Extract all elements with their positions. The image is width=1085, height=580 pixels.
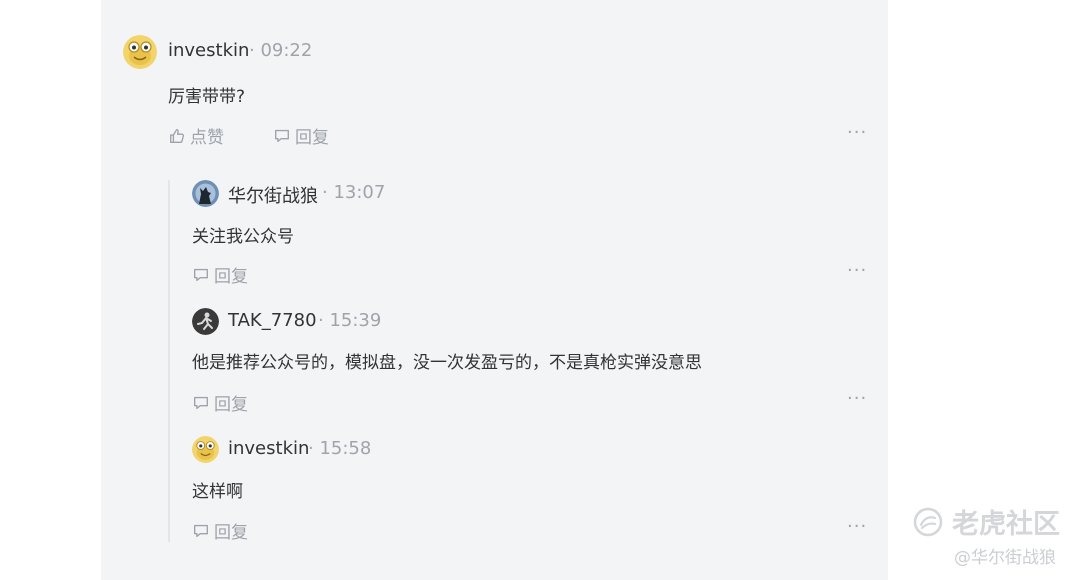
avatar-wolf[interactable] [192, 180, 219, 207]
avatar-investkin[interactable] [123, 35, 157, 69]
avatar-tak[interactable] [192, 308, 219, 335]
comment-bubble-icon [194, 396, 208, 409]
comment-time: · 09:22 [249, 40, 313, 61]
thread-line [168, 180, 170, 542]
more-options-button[interactable]: ··· [847, 390, 867, 408]
reply-username[interactable]: 华尔街战狼 [228, 182, 318, 208]
reply-username[interactable]: investkin [228, 438, 309, 459]
wolf-avatar-icon [192, 180, 219, 207]
more-options-button[interactable]: ··· [847, 518, 867, 536]
reply-label: 回复 [295, 128, 329, 148]
comment-text: 厉害带带? [168, 87, 246, 107]
watermark-brand-text: 老虎社区 [952, 509, 1060, 540]
reply-button[interactable]: 回复 [192, 262, 248, 287]
like-label: 点赞 [190, 128, 224, 148]
reply-text: 关注我公众号 [192, 227, 294, 247]
comment-bubble-icon [194, 524, 208, 537]
reply-time: · 13:07 [322, 182, 386, 203]
reply-label: 回复 [214, 267, 248, 287]
more-options-button[interactable]: ··· [847, 124, 867, 142]
reply-text: 这样啊 [192, 482, 243, 502]
like-button[interactable]: 点赞 [168, 123, 224, 148]
reply-button[interactable]: 回复 [192, 390, 248, 415]
frog-avatar-icon [192, 436, 219, 463]
reply-label: 回复 [214, 523, 248, 543]
comment-bubble-icon [194, 268, 208, 281]
avatar-investkin[interactable] [192, 436, 219, 463]
reply-text: 他是推荐公众号的，模拟盘，没一次发盈亏的，不是真枪实弹没意思 [192, 353, 702, 373]
comment-username[interactable]: investkin [168, 40, 249, 61]
reply-button[interactable]: 回复 [192, 518, 248, 543]
reply-username[interactable]: TAK_7780 [228, 310, 317, 331]
runner-avatar-icon [192, 308, 219, 335]
reply-time: · 15:39 [318, 310, 382, 331]
comment-bubble-icon [275, 129, 289, 142]
thumbs-up-icon [170, 128, 185, 143]
tiger-logo-icon [913, 507, 943, 536]
more-options-button[interactable]: ··· [847, 262, 867, 280]
reply-button[interactable]: 回复 [273, 123, 329, 148]
frog-avatar-icon [123, 35, 157, 69]
reply-time: · 15:58 [308, 438, 372, 459]
reply-label: 回复 [214, 395, 248, 415]
watermark-brand: 老虎社区 [912, 502, 1060, 541]
watermark-user: @华尔街战狼 [954, 548, 1056, 568]
